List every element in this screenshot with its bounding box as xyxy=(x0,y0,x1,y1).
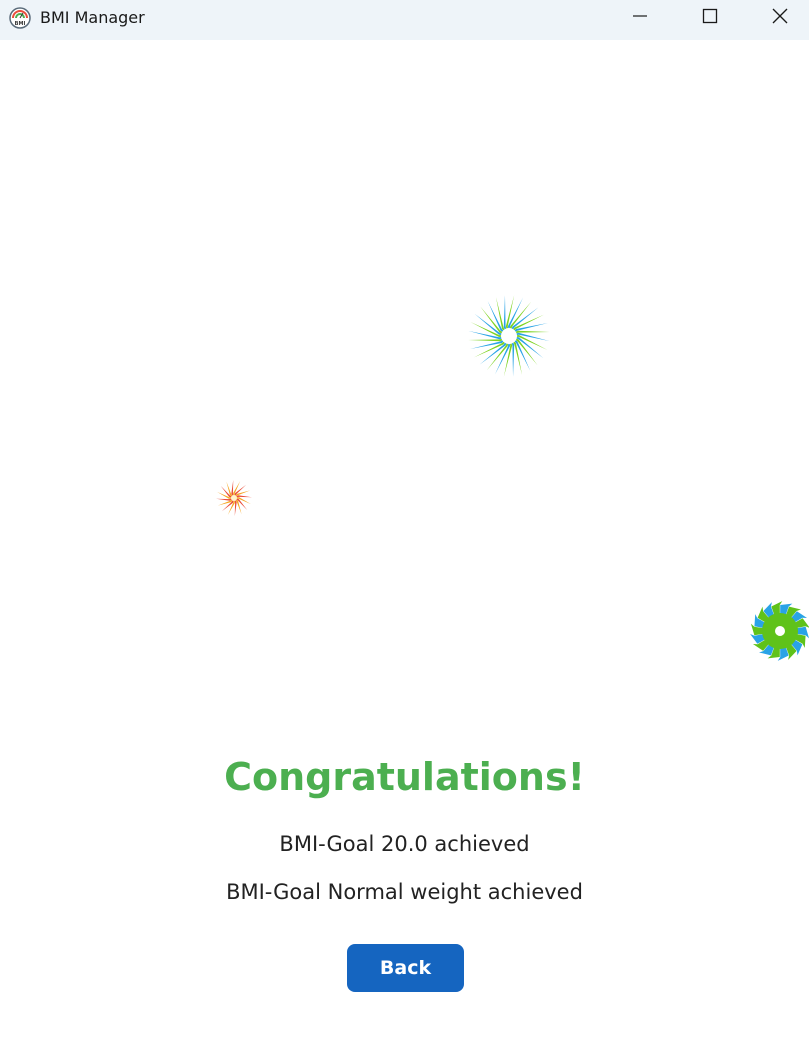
maximize-button[interactable] xyxy=(687,0,733,36)
close-icon xyxy=(772,8,788,28)
congratulations-heading: Congratulations! xyxy=(224,755,585,799)
minimize-icon xyxy=(632,8,648,28)
bmi-logo-icon: BMI xyxy=(9,7,31,29)
window-title: BMI Manager xyxy=(40,8,145,27)
svg-text:BMI: BMI xyxy=(15,21,26,27)
firework-medium xyxy=(750,601,809,661)
minimize-button[interactable] xyxy=(617,0,663,36)
firework-small xyxy=(216,480,252,516)
close-button[interactable] xyxy=(757,0,803,36)
maximize-icon xyxy=(702,8,718,28)
back-button-label: Back xyxy=(379,957,432,979)
bmi-goal-category-message: BMI-Goal Normal weight achieved xyxy=(226,880,583,904)
firework-large xyxy=(468,295,550,377)
app-window: BMI BMI Manager Congratulations! BMI-Goa… xyxy=(0,0,809,1062)
bmi-goal-value-message: BMI-Goal 20.0 achieved xyxy=(279,832,530,856)
back-button[interactable]: Back xyxy=(347,944,464,992)
title-bar[interactable]: BMI BMI Manager xyxy=(0,0,809,40)
content-area: Congratulations! BMI-Goal 20.0 achieved … xyxy=(0,40,809,1062)
